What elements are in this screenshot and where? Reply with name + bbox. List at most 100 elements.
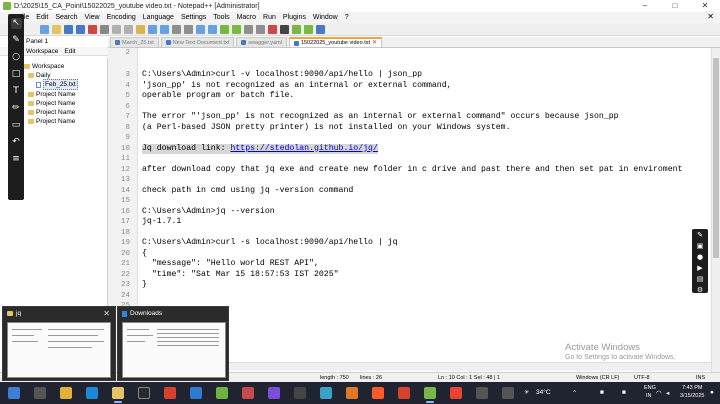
clock-time[interactable]: 7:43 PM	[682, 385, 702, 391]
close-preview-icon[interactable]: ✕	[103, 309, 110, 318]
folder-icon[interactable]: ▤	[695, 275, 705, 284]
tree-item-workspace[interactable]: Workspace	[24, 62, 64, 71]
menu-run[interactable]: Run	[263, 14, 276, 21]
app-icon[interactable]	[502, 387, 514, 399]
volume-icon[interactable]: ◂	[666, 389, 669, 397]
stop-macro-icon[interactable]	[280, 24, 289, 34]
app-icon[interactable]	[164, 387, 176, 399]
tray-app-icon[interactable]: ■	[622, 389, 626, 396]
postman-icon[interactable]	[346, 387, 358, 399]
menu-plugins[interactable]: Plugins	[283, 14, 306, 21]
menu-language[interactable]: Language	[143, 14, 174, 21]
taskbar-preview-downloads[interactable]: Downloads	[117, 306, 229, 381]
tree-item-feb-file[interactable]: Feb_25.txt	[36, 79, 78, 90]
tray-app-icon[interactable]: ■	[600, 389, 604, 396]
notification-bell-icon[interactable]: ●	[710, 389, 714, 396]
clock-date[interactable]: 3/15/2025	[680, 393, 704, 399]
cut-icon[interactable]	[112, 24, 121, 34]
menu-tools[interactable]: Tools	[213, 14, 229, 21]
video-icon[interactable]: ▶	[695, 264, 705, 273]
menu-close-icon[interactable]: ✕	[707, 12, 714, 21]
play-macro-icon[interactable]	[292, 24, 301, 34]
show-all-chars-icon[interactable]	[244, 24, 253, 34]
save-icon[interactable]	[64, 24, 73, 34]
menu-search[interactable]: Search	[55, 14, 77, 21]
eraser-icon[interactable]: ▭	[11, 120, 22, 131]
weather-temp[interactable]: 34°C	[536, 389, 551, 396]
notepadpp-icon[interactable]	[424, 387, 436, 403]
maximize-button[interactable]: □	[660, 0, 690, 12]
taskbar-preview-jq[interactable]: jq ✕	[2, 306, 116, 381]
panel-tab-workspace[interactable]: Workspace	[26, 47, 58, 55]
menu-help[interactable]: ?	[345, 14, 349, 21]
record-icon[interactable]: ●	[695, 253, 705, 262]
circle-icon[interactable]: ○	[11, 52, 22, 63]
panel-tab-edit[interactable]: Edit	[64, 47, 75, 55]
tray-chevron-icon[interactable]: ⌃	[572, 389, 577, 397]
spring-icon[interactable]	[216, 387, 228, 399]
menu-settings[interactable]: Settings	[181, 14, 206, 21]
close-button[interactable]: ✕	[690, 0, 720, 12]
menu-macro[interactable]: Macro	[237, 14, 256, 21]
menu-view[interactable]: View	[85, 14, 100, 21]
search-icon[interactable]	[34, 387, 46, 399]
tab-youtube-video-file[interactable]: 15022025_youtube video.txt ✕	[288, 37, 383, 48]
record-macro-icon[interactable]	[268, 24, 277, 34]
terminal-icon[interactable]	[138, 387, 150, 399]
rectangle-icon[interactable]: □	[11, 69, 22, 80]
run-macro-icon[interactable]	[304, 24, 313, 34]
app-icon[interactable]	[294, 387, 306, 399]
paste-icon[interactable]	[136, 24, 145, 34]
chrome-icon[interactable]	[450, 387, 462, 399]
tree-item-project-1[interactable]: Project Name	[28, 90, 75, 99]
copy-icon[interactable]	[124, 24, 133, 34]
tab-march-file[interactable]: March_25.txt	[110, 37, 159, 47]
vscode-icon[interactable]	[190, 387, 202, 399]
open-file-icon[interactable]	[52, 24, 61, 34]
pen-icon[interactable]: ✎	[11, 35, 22, 46]
menu-edit[interactable]: Edit	[36, 14, 48, 21]
pen-icon[interactable]: ✎	[695, 231, 705, 240]
start-icon[interactable]	[8, 387, 20, 399]
menu-window[interactable]: Window	[313, 14, 338, 21]
record-icon[interactable]	[398, 387, 410, 399]
replace-icon[interactable]	[184, 24, 193, 34]
zoom-out-icon[interactable]	[208, 24, 217, 34]
word-wrap-icon[interactable]	[232, 24, 241, 34]
app-icon[interactable]	[476, 387, 488, 399]
indent-guide-icon[interactable]	[256, 24, 265, 34]
app-icon[interactable]	[372, 387, 384, 399]
scrollbar-thumb[interactable]	[713, 58, 719, 258]
new-file-icon[interactable]	[40, 24, 49, 34]
menu-encoding[interactable]: Encoding	[107, 14, 136, 21]
jq-download-link[interactable]: https://stedolan.github.io/jq/	[230, 144, 377, 153]
vertical-scrollbar[interactable]	[711, 48, 720, 372]
tree-item-project-4[interactable]: Project Name	[28, 117, 75, 126]
redo-icon[interactable]	[160, 24, 169, 34]
sync-scroll-icon[interactable]	[220, 24, 229, 34]
close-tab-icon[interactable]: ✕	[372, 38, 377, 48]
print-icon[interactable]	[100, 24, 109, 34]
minimize-button[interactable]: –	[630, 0, 660, 12]
weather-icon[interactable]: ☀	[524, 389, 529, 396]
text-icon[interactable]: T	[11, 86, 22, 97]
zoom-in-icon[interactable]	[196, 24, 205, 34]
tree-item-project-2[interactable]: Project Name	[28, 99, 75, 108]
language-bottom[interactable]: IN	[646, 393, 652, 399]
file-explorer-icon[interactable]	[112, 387, 124, 403]
eclipse-icon[interactable]	[268, 387, 280, 399]
edge-icon[interactable]	[86, 387, 98, 399]
menu-icon[interactable]: ≡	[11, 154, 22, 165]
highlighter-icon[interactable]: ✏	[11, 103, 22, 114]
tab-swagger-yaml[interactable]: swagger.yaml	[236, 37, 287, 47]
tree-item-project-3[interactable]: Project Name	[28, 108, 75, 117]
close-file-icon[interactable]	[88, 24, 97, 34]
save-macro-icon[interactable]	[316, 24, 325, 34]
camera-icon[interactable]: ▣	[695, 242, 705, 251]
undo-annotation-icon[interactable]: ↶	[11, 137, 22, 148]
copilot-icon[interactable]	[60, 387, 72, 399]
cursor-icon[interactable]: ↖	[10, 18, 22, 29]
app-icon[interactable]	[320, 387, 332, 399]
gear-icon[interactable]: ⚙	[695, 286, 705, 295]
save-all-icon[interactable]	[76, 24, 85, 34]
